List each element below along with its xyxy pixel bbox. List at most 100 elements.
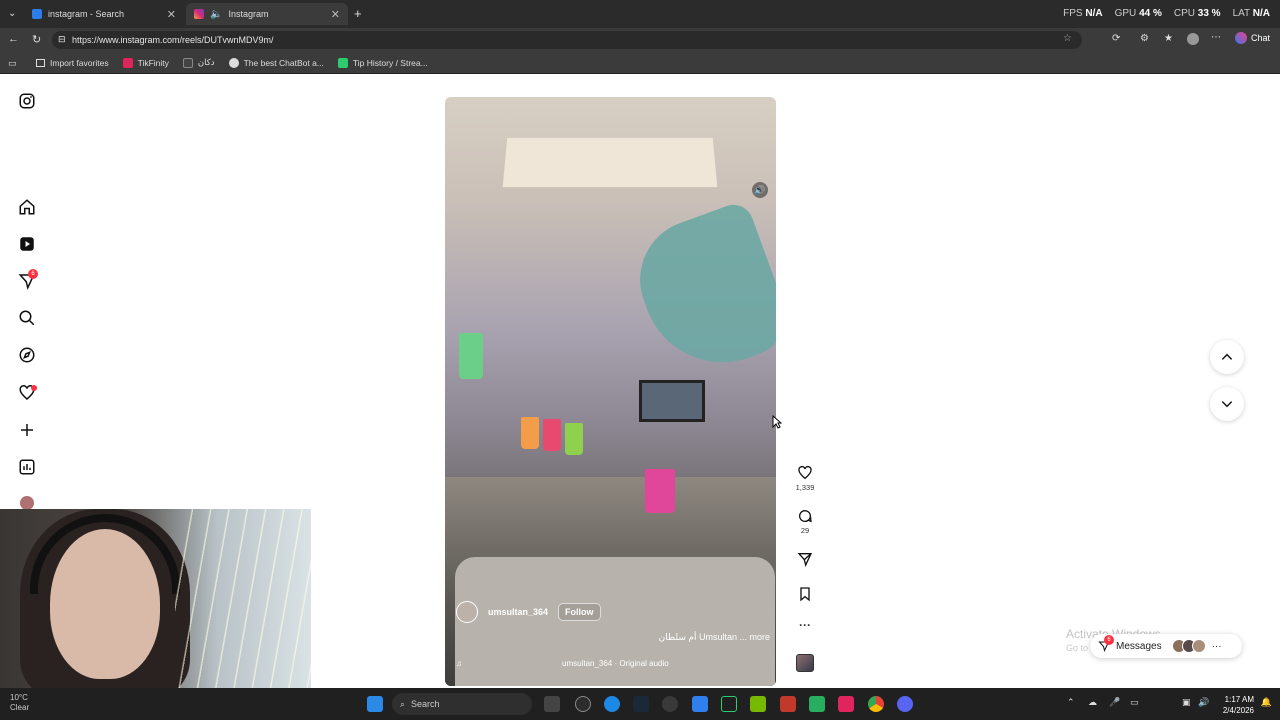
notifications-icon[interactable]: 🔔 bbox=[1261, 697, 1272, 708]
tray-overflow-icon[interactable]: ⌃ bbox=[1067, 697, 1075, 708]
favorites-icon[interactable]: ★ bbox=[1164, 33, 1173, 44]
profile-avatar[interactable] bbox=[20, 496, 34, 510]
weather-temp: 10°C bbox=[10, 693, 28, 702]
more-menu-icon[interactable]: ⋯ bbox=[1211, 32, 1221, 43]
nvidia-icon[interactable] bbox=[750, 696, 766, 712]
explore-icon[interactable] bbox=[18, 346, 36, 364]
search-favicon-icon bbox=[32, 9, 42, 19]
webcam-background-lights bbox=[175, 509, 311, 697]
messages-pill[interactable]: 6 Messages ··· bbox=[1090, 634, 1242, 658]
start-icon[interactable] bbox=[367, 696, 383, 712]
save-action[interactable] bbox=[795, 586, 815, 604]
browser-tab-bar: ⌄ instagram - Search ✕ 🔈 Instagram ✕ + F… bbox=[0, 0, 1280, 28]
discord-icon[interactable] bbox=[897, 696, 913, 712]
author-username[interactable]: umsultan_364 bbox=[488, 607, 548, 617]
back-icon[interactable]: ← bbox=[8, 33, 19, 45]
search-placeholder: Search bbox=[411, 699, 440, 709]
author-avatar[interactable] bbox=[456, 601, 478, 623]
tab-actions-icon[interactable]: ⌄ bbox=[8, 8, 16, 19]
messages-label: Messages bbox=[1116, 640, 1162, 652]
tab-instagram[interactable]: 🔈 Instagram ✕ bbox=[186, 3, 348, 25]
create-plus-icon[interactable] bbox=[18, 421, 36, 439]
extensions-icon[interactable]: ⚙ bbox=[1140, 33, 1149, 44]
sidebar-toggle-icon[interactable]: ▭ bbox=[8, 58, 17, 69]
app-icon[interactable] bbox=[809, 696, 825, 712]
task-view-icon[interactable] bbox=[544, 696, 560, 712]
follow-button[interactable]: Follow bbox=[558, 603, 601, 621]
dashboard-icon[interactable] bbox=[18, 458, 36, 476]
app-icon[interactable] bbox=[692, 696, 708, 712]
taskbar-clock[interactable]: 1:17 AM 2/4/2026 bbox=[1223, 694, 1254, 716]
close-tab-icon[interactable]: ✕ bbox=[167, 8, 176, 21]
volume-icon[interactable]: 🔊 bbox=[1198, 697, 1209, 708]
new-tab-button[interactable]: + bbox=[354, 6, 362, 21]
home-icon[interactable] bbox=[18, 198, 36, 216]
profile-avatar[interactable] bbox=[1187, 33, 1199, 45]
performance-stats: FPS N/A GPU 44 % CPU 33 % LAT N/A bbox=[1063, 8, 1270, 19]
favorites-bar: ▭ Import favorites TikFinity دكان The be… bbox=[0, 52, 1280, 74]
tip-icon bbox=[337, 57, 348, 68]
favorite-chatbot[interactable]: The best ChatBot a... bbox=[228, 57, 324, 68]
favorite-star-icon[interactable]: ☆ bbox=[1063, 33, 1072, 44]
sync-icon[interactable]: ⟳ bbox=[1112, 33, 1120, 44]
microphone-icon[interactable]: 🎤 bbox=[1109, 697, 1120, 708]
messages-badge: 6 bbox=[1104, 635, 1114, 645]
previous-reel-button[interactable] bbox=[1210, 340, 1244, 374]
tiktok-icon[interactable] bbox=[838, 696, 854, 712]
reel-video[interactable] bbox=[445, 97, 776, 686]
comment-icon[interactable] bbox=[797, 508, 813, 524]
audio-thumbnail[interactable] bbox=[795, 654, 815, 672]
webcam-overlay bbox=[0, 509, 311, 697]
app-icon[interactable] bbox=[721, 696, 737, 712]
url-field[interactable]: ⊟ https://www.instagram.com/reels/DUTvwn… bbox=[52, 31, 1082, 49]
lat-label: LAT bbox=[1232, 8, 1250, 19]
favorite-tip-history[interactable]: Tip History / Strea... bbox=[337, 57, 428, 68]
heart-icon[interactable] bbox=[797, 465, 813, 481]
reel-audio[interactable]: ♫ umsultan_364 · Original audio bbox=[456, 659, 766, 668]
address-bar-row: ← ↻ ⊟ https://www.instagram.com/reels/DU… bbox=[0, 28, 1280, 52]
clock-date: 2/4/2026 bbox=[1222, 706, 1254, 715]
fps-label: FPS bbox=[1063, 8, 1083, 19]
share-icon[interactable] bbox=[797, 551, 813, 567]
folder-icon bbox=[36, 58, 45, 67]
app-icon[interactable] bbox=[780, 696, 796, 712]
close-tab-icon[interactable]: ✕ bbox=[331, 8, 340, 21]
edge-icon[interactable] bbox=[604, 696, 620, 712]
video-scene-cup bbox=[543, 419, 561, 451]
network-icon[interactable]: ▣ bbox=[1182, 697, 1191, 708]
reels-icon[interactable] bbox=[18, 235, 36, 253]
tray-icon[interactable]: ▭ bbox=[1130, 697, 1139, 708]
more-options-icon[interactable]: ··· bbox=[795, 618, 815, 632]
steam-icon[interactable] bbox=[633, 696, 649, 712]
next-reel-button[interactable] bbox=[1210, 387, 1244, 421]
favorite-dukkan[interactable]: دكان bbox=[182, 57, 215, 68]
chat-button[interactable]: Chat bbox=[1234, 32, 1270, 44]
audio-label: umsultan_364 · Original audio bbox=[562, 659, 669, 668]
bookmark-icon[interactable] bbox=[797, 586, 813, 602]
comment-action[interactable]: 29 bbox=[795, 508, 815, 535]
chevron-up-icon bbox=[1221, 353, 1233, 360]
app-icon[interactable] bbox=[662, 696, 678, 712]
taskbar-search[interactable]: ⌕ Search bbox=[392, 693, 532, 715]
audio-thumbnail-image bbox=[796, 654, 814, 672]
video-scene-picture-frame bbox=[639, 380, 705, 422]
weather-widget[interactable]: 10°C Clear bbox=[10, 693, 29, 713]
favorite-tikfinity[interactable]: TikFinity bbox=[122, 57, 169, 68]
refresh-icon[interactable]: ↻ bbox=[32, 33, 41, 46]
share-action[interactable] bbox=[795, 551, 815, 569]
mute-button[interactable]: 🔊 bbox=[752, 182, 768, 198]
obs-icon[interactable] bbox=[575, 696, 591, 712]
site-info-icon[interactable]: ⊟ bbox=[58, 34, 66, 45]
tab-label: instagram - Search bbox=[48, 9, 125, 19]
tray-icon[interactable]: ☁ bbox=[1088, 697, 1097, 708]
favorite-import[interactable]: Import favorites bbox=[36, 58, 109, 68]
tab-instagram-search[interactable]: instagram - Search ✕ bbox=[24, 3, 184, 25]
search-icon: ⌕ bbox=[400, 698, 406, 709]
reel-caption[interactable]: أم سلطان Umsultan ... more bbox=[600, 632, 770, 643]
like-action[interactable]: 1,339 bbox=[795, 465, 815, 492]
cpu-label: CPU bbox=[1173, 8, 1195, 19]
chrome-icon[interactable] bbox=[868, 696, 884, 712]
speaker-icon[interactable]: 🔈 bbox=[210, 9, 222, 20]
instagram-logo-icon[interactable] bbox=[18, 92, 36, 110]
search-icon[interactable] bbox=[18, 309, 36, 327]
